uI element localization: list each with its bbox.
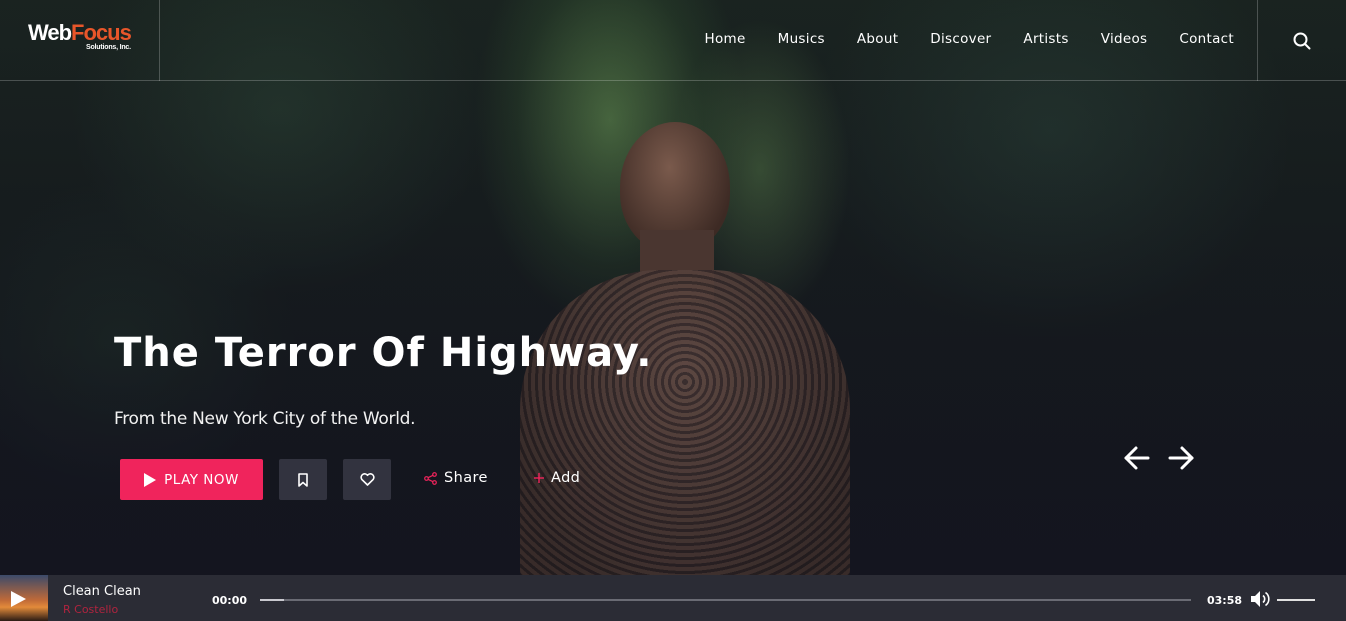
logo[interactable]: WebFocus Solutions, Inc.: [28, 20, 132, 52]
nav-artists[interactable]: Artists: [1023, 31, 1068, 47]
add-label: Add: [551, 470, 581, 486]
play-icon: [144, 472, 157, 487]
favorite-button[interactable]: [343, 459, 391, 500]
logo-subtitle: Solutions, Inc.: [86, 44, 131, 51]
track-title: Clean Clean: [63, 584, 141, 599]
track-artist: R Costello: [63, 603, 119, 616]
bookmark-button[interactable]: [279, 459, 327, 500]
add-button[interactable]: Add: [534, 470, 580, 486]
track-thumbnail[interactable]: [0, 575, 48, 621]
hero-title: The Terror Of Highway.: [114, 330, 653, 376]
logo-focus-text: Focus: [71, 20, 132, 45]
audio-player: Clean Clean R Costello 00:00 03:58: [0, 575, 1346, 621]
arrow-left-icon[interactable]: [1122, 443, 1152, 473]
nav-musics[interactable]: Musics: [778, 31, 825, 47]
volume-icon[interactable]: [1250, 590, 1270, 608]
nav-contact[interactable]: Contact: [1179, 31, 1234, 47]
logo-web-text: Web: [28, 20, 72, 45]
search-button[interactable]: [1257, 0, 1346, 81]
site-header: WebFocus Solutions, Inc. Home Musics Abo…: [0, 0, 1346, 81]
play-now-label: PLAY NOW: [164, 471, 239, 488]
bookmark-icon: [298, 472, 308, 487]
play-now-button[interactable]: PLAY NOW: [120, 459, 263, 500]
progress-bar[interactable]: [260, 599, 1191, 601]
nav-videos[interactable]: Videos: [1101, 31, 1148, 47]
search-icon: [1293, 32, 1311, 49]
heart-icon: [359, 473, 375, 486]
arrow-right-icon[interactable]: [1166, 443, 1196, 473]
progress-fill: [260, 599, 285, 601]
main-nav: Home Musics About Discover Artists Video…: [673, 31, 1234, 47]
player-play-icon[interactable]: [9, 590, 27, 608]
share-icon: [424, 471, 437, 485]
volume-slider[interactable]: [1277, 599, 1315, 601]
share-label: Share: [444, 470, 488, 486]
duration: 03:58: [1207, 594, 1243, 607]
plus-icon: [534, 473, 544, 483]
share-button[interactable]: Share: [424, 470, 488, 486]
current-time: 00:00: [212, 594, 248, 607]
nav-about[interactable]: About: [857, 31, 898, 47]
nav-home[interactable]: Home: [705, 31, 746, 47]
logo-box: WebFocus Solutions, Inc.: [0, 0, 160, 81]
hero-subtitle: From the New York City of the World.: [114, 409, 416, 429]
nav-discover[interactable]: Discover: [930, 31, 991, 47]
